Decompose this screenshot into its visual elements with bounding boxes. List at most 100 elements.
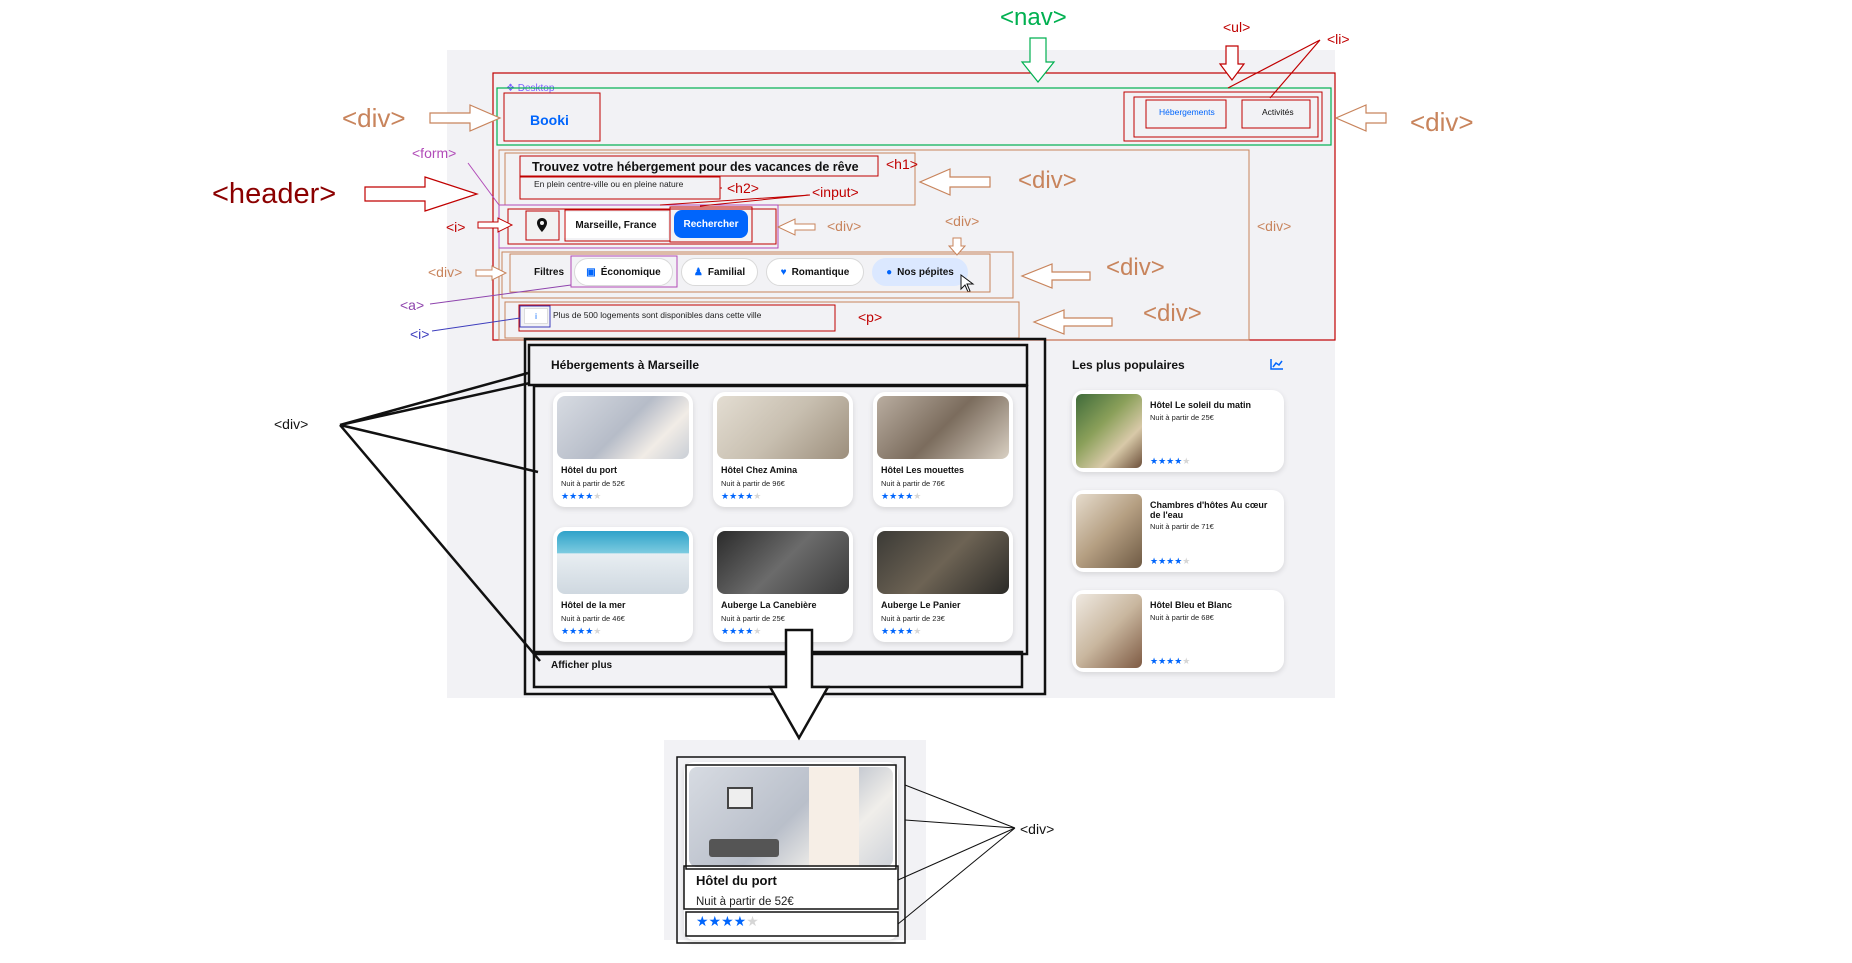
accommodation-card[interactable]: Hôtel du port Nuit à partir de 52€ ★★★★★ — [553, 392, 693, 507]
accommodation-price: Nuit à partir de 23€ — [881, 614, 945, 623]
annotation-i-info: <i> — [410, 326, 430, 342]
search-input[interactable]: Marseille, France — [564, 212, 668, 238]
accommodation-rating: ★★★★★ — [721, 626, 762, 636]
annotation-header: <header> — [212, 178, 337, 210]
info-icon: i — [524, 308, 548, 324]
annotation-div-grid: <div> — [274, 416, 309, 432]
money-icon: ▣ — [586, 266, 596, 278]
popular-photo — [1076, 594, 1142, 668]
accommodation-rating: ★★★★★ — [721, 491, 762, 501]
accommodation-price: Nuit à partir de 25€ — [721, 614, 785, 623]
accommodation-photo — [717, 396, 849, 459]
accommodation-rating: ★★★★★ — [881, 626, 922, 636]
annotation-ul: <ul> — [1223, 19, 1251, 35]
filter-economique[interactable]: ▣ Économique — [574, 258, 673, 286]
accommodation-price: Nuit à partir de 96€ — [721, 479, 785, 488]
accommodation-card[interactable]: Hôtel de la mer Nuit à partir de 46€ ★★★★★ — [553, 527, 693, 642]
accommodation-card[interactable]: Auberge La Canebière Nuit à partir de 25€… — [713, 527, 853, 642]
accommodation-photo — [557, 396, 689, 459]
filter-familial[interactable]: ♟ Familial — [681, 258, 758, 286]
popular-card[interactable]: Hôtel Le soleil du matin Nuit à partir de… — [1072, 390, 1284, 472]
accommodation-photo — [877, 396, 1009, 459]
heart-icon: ♥ — [780, 266, 787, 278]
accommodation-price: Nuit à partir de 46€ — [561, 614, 625, 623]
annotation-div-hero: <div> — [1018, 167, 1077, 194]
frame-icon: ❖ — [506, 83, 518, 94]
zoom-card-title: Hôtel du port — [696, 873, 777, 888]
accommodation-price: Nuit à partir de 52€ — [561, 479, 625, 488]
show-more-link[interactable]: Afficher plus — [551, 661, 612, 671]
annotation-li: <li> — [1327, 31, 1350, 47]
annotation-div-form: <div> — [827, 218, 862, 234]
popular-name: Hôtel Le soleil du matin — [1150, 400, 1252, 410]
person-icon: ♟ — [693, 266, 703, 278]
annotation-div-pill: <div> — [945, 213, 980, 229]
accommodation-photo — [877, 531, 1009, 594]
popular-rating: ★★★★★ — [1150, 656, 1191, 666]
accommodation-name: Auberge La Canebière — [721, 600, 817, 610]
annotation-h2: <h2> — [727, 180, 759, 196]
filter-romantique[interactable]: ♥ Romantique — [766, 258, 864, 286]
annotation-input: <input> — [812, 184, 859, 200]
popular-rating: ★★★★★ — [1150, 556, 1191, 566]
accommodation-name: Hôtel de la mer — [561, 600, 626, 610]
info-text: Plus de 500 logements sont disponibles d… — [553, 310, 762, 320]
hero-title: Trouvez votre hébergement pour des vacan… — [532, 160, 859, 174]
annotation-p: <p> — [858, 309, 883, 325]
accommodation-card[interactable]: Auberge Le Panier Nuit à partir de 23€ ★★★… — [873, 527, 1013, 642]
popular-price: Nuit à partir de 25€ — [1150, 413, 1214, 422]
annotation-div-filters-left: <div> — [428, 264, 463, 280]
annotation-a: <a> — [400, 297, 425, 313]
accommodation-name: Hôtel Les mouettes — [881, 465, 965, 475]
trending-chart-icon — [1270, 359, 1283, 370]
accommodation-name: Hôtel Chez Amina — [721, 465, 798, 475]
annotation-div-logo: <div> — [342, 103, 406, 133]
zoom-card-photo — [689, 767, 893, 867]
zoom-card[interactable]: Hôtel du port Nuit à partir de 52€ ★★★★★ — [684, 762, 898, 940]
nav-item-hebergements[interactable]: Hébergements — [1159, 108, 1215, 117]
annotation-div-ul: <div> — [1410, 107, 1474, 137]
location-pin-icon — [537, 218, 547, 232]
annotation-div-zoom: <div> — [1020, 821, 1055, 837]
popular-rating: ★★★★★ — [1150, 456, 1191, 466]
hero-subtitle: En plein centre-ville ou en pleine natur… — [534, 179, 684, 189]
accommodation-rating: ★★★★★ — [881, 491, 922, 501]
filter-nos-pepites[interactable]: ● Nos pépites — [872, 258, 968, 286]
accommodation-price: Nuit à partir de 76€ — [881, 479, 945, 488]
accommodation-card[interactable]: Hôtel Les mouettes Nuit à partir de 76€ ★★… — [873, 392, 1013, 507]
popular-card[interactable]: Hôtel Bleu et Blanc Nuit à partir de 68€ ★… — [1072, 590, 1284, 672]
popular-title: Les plus populaires — [1072, 358, 1185, 372]
annotation-div-filters: <div> — [1106, 254, 1165, 281]
accommodation-name: Auberge Le Panier — [881, 600, 961, 610]
popular-card[interactable]: Chambres d'hôtes Au cœur de l'eau Nuit à … — [1072, 490, 1284, 572]
zoom-card-rating: ★★★★★ — [696, 913, 759, 929]
desktop-frame-label: ❖ Desktop — [506, 83, 555, 94]
annotation-form: <form> — [412, 145, 457, 161]
filters-label: Filtres — [534, 267, 565, 278]
accommodation-card[interactable]: Hôtel Chez Amina Nuit à partir de 96€ ★★★★… — [713, 392, 853, 507]
logo[interactable]: Booki — [530, 113, 569, 127]
annotation-nav: <nav> — [1000, 4, 1067, 31]
annotation-div-outer: <div> — [1257, 218, 1292, 234]
accommodation-photo — [717, 531, 849, 594]
search-button-label: Rechercher — [683, 218, 739, 230]
accommodation-rating: ★★★★★ — [561, 626, 602, 636]
annotation-i-search: <i> — [446, 219, 466, 235]
accommodation-rating: ★★★★★ — [561, 491, 602, 501]
accommodation-photo — [557, 531, 689, 594]
mouse-cursor-icon — [960, 274, 975, 293]
popular-price: Nuit à partir de 68€ — [1150, 613, 1214, 622]
popular-name: Hôtel Bleu et Blanc — [1150, 600, 1233, 610]
accommodations-title: Hébergements à Marseille — [551, 358, 700, 372]
popular-photo — [1076, 394, 1142, 468]
search-button[interactable]: Rechercher — [674, 210, 748, 238]
annotation-h1: <h1> — [886, 156, 918, 172]
popular-price: Nuit à partir de 71€ — [1150, 522, 1214, 531]
popular-name: Chambres d'hôtes Au cœur de l'eau — [1150, 500, 1268, 520]
gem-icon: ● — [886, 266, 893, 278]
zoom-card-price: Nuit à partir de 52€ — [696, 896, 794, 908]
accommodation-name: Hôtel du port — [561, 465, 617, 475]
search-location-icon-box — [527, 212, 557, 238]
nav-item-activites[interactable]: Activités — [1262, 108, 1294, 117]
annotation-div-info: <div> — [1143, 300, 1202, 327]
